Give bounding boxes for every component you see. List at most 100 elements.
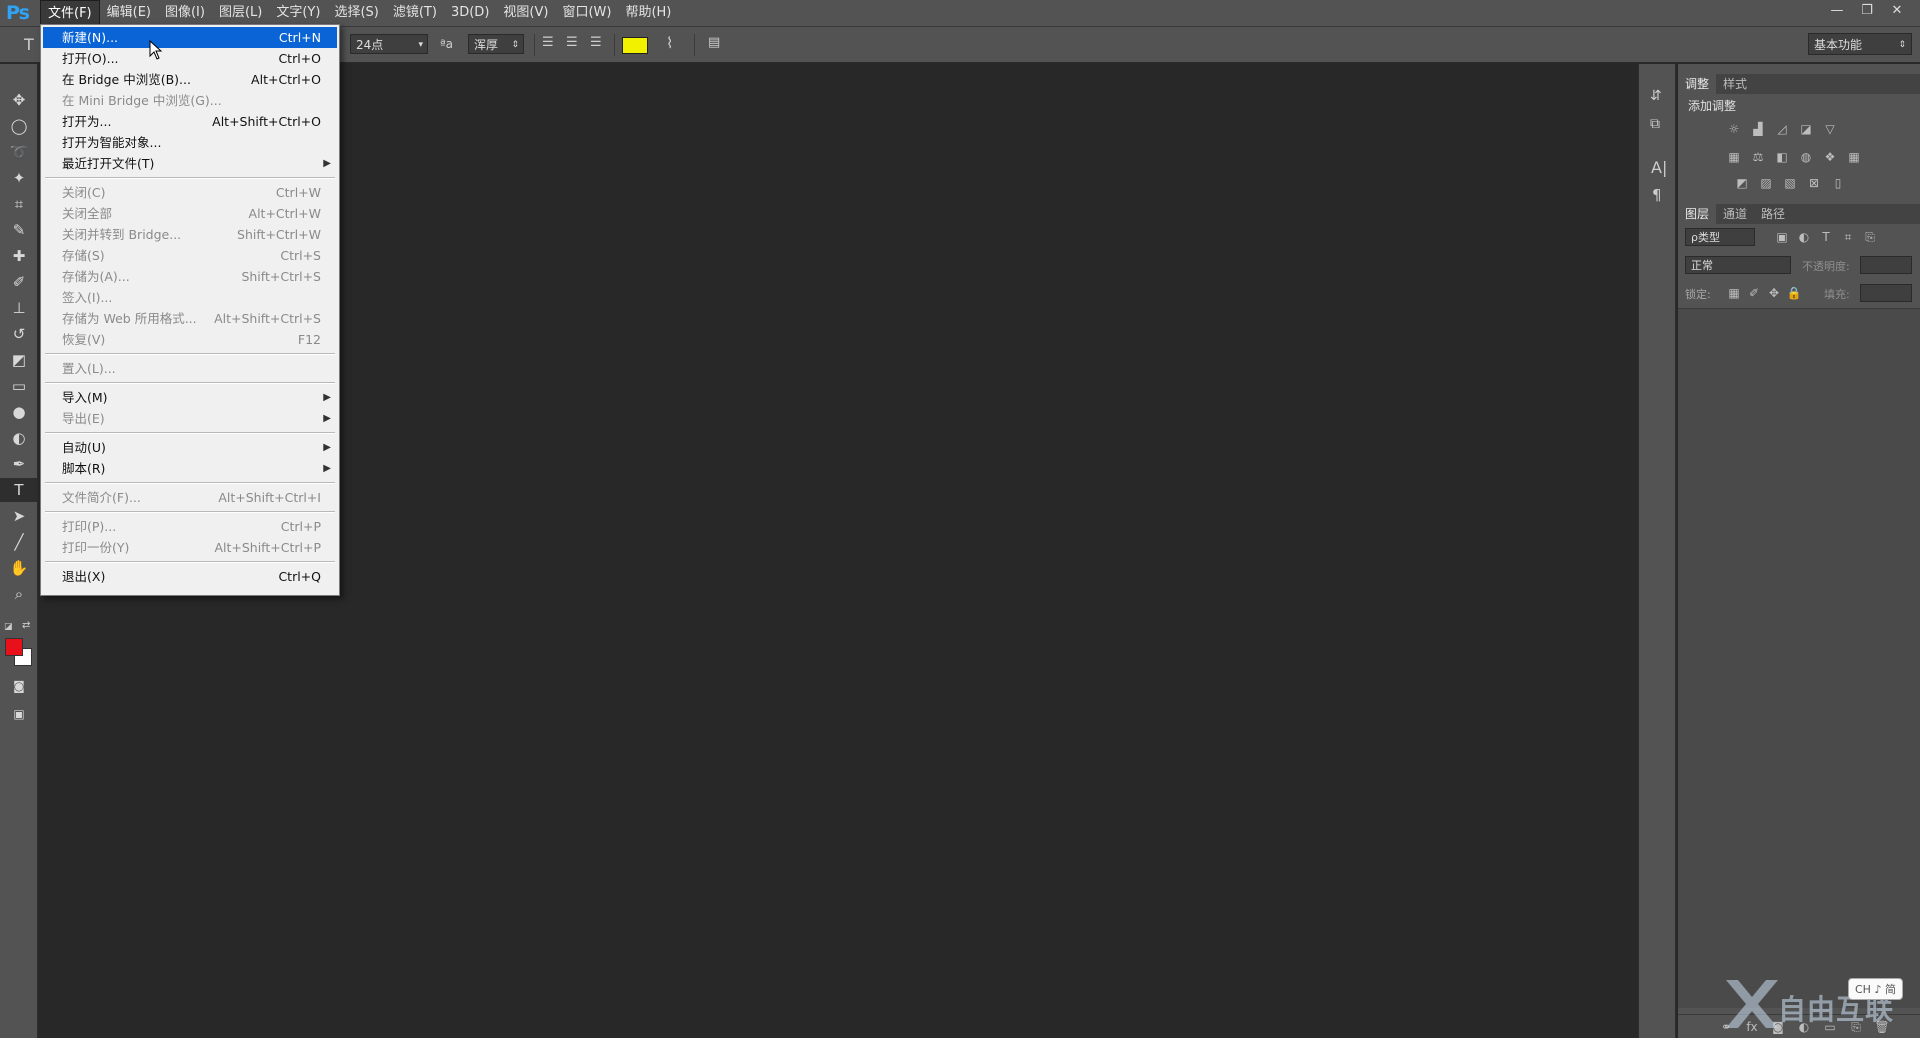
color-balance-icon[interactable]: ⚖: [1750, 150, 1766, 164]
antialias-select[interactable]: 浑厚 ⇕: [468, 34, 524, 54]
input-method-badge[interactable]: CH ♪ 简: [1848, 978, 1903, 1000]
hand-tool-icon[interactable]: ✋: [0, 556, 38, 580]
tab-channels[interactable]: 通道: [1716, 204, 1754, 224]
tab-layers[interactable]: 图层: [1678, 204, 1717, 224]
align-right-icon[interactable]: ☰: [590, 35, 602, 50]
character-panel-icon[interactable]: A|: [1651, 158, 1667, 177]
menu-item-export[interactable]: 导出(E) ▶: [43, 408, 337, 429]
selective-color-icon[interactable]: ⊠: [1806, 176, 1822, 190]
font-size-select[interactable]: 24点 ▾: [350, 34, 428, 54]
exposure-icon[interactable]: ◪: [1798, 122, 1814, 136]
curves-icon[interactable]: ◿: [1774, 122, 1790, 136]
quick-mask-icon[interactable]: ◙: [0, 674, 38, 698]
menu-edit[interactable]: 编辑(E): [100, 0, 158, 26]
menu-view[interactable]: 视图(V): [496, 0, 555, 26]
minimize-button[interactable]: —: [1822, 1, 1852, 21]
menu-type[interactable]: 文字(Y): [269, 0, 327, 26]
type-tool-icon[interactable]: T: [0, 478, 38, 502]
default-colors-icon[interactable]: ◪: [4, 622, 13, 632]
history-panel-icon[interactable]: ⇵: [1650, 88, 1662, 104]
menu-item-close[interactable]: 关闭(C) Ctrl+W: [43, 182, 337, 203]
tab-paths[interactable]: 路径: [1754, 204, 1792, 224]
close-button[interactable]: ✕: [1882, 1, 1912, 21]
marquee-tool-icon[interactable]: ◯: [0, 114, 38, 138]
menu-image[interactable]: 图像(I): [158, 0, 212, 26]
vibrance-icon[interactable]: ▽: [1822, 122, 1838, 136]
menu-item-close-go-bridge[interactable]: 关闭并转到 Bridge... Shift+Ctrl+W: [43, 224, 337, 245]
menu-select[interactable]: 选择(S): [327, 0, 385, 26]
opacity-input[interactable]: [1860, 256, 1912, 274]
filter-smart-icon[interactable]: ⎘: [1862, 230, 1878, 244]
menu-help[interactable]: 帮助(H): [618, 0, 678, 26]
dodge-tool-icon[interactable]: ◐: [0, 426, 38, 450]
menu-item-save[interactable]: 存储(S) Ctrl+S: [43, 245, 337, 266]
healing-brush-tool-icon[interactable]: ✚: [0, 244, 38, 268]
align-left-icon[interactable]: ☰: [542, 35, 554, 50]
menu-item-mini-bridge[interactable]: 在 Mini Bridge 中浏览(G)...: [43, 90, 337, 111]
black-white-icon[interactable]: ◧: [1774, 150, 1790, 164]
menu-item-open-smart-object[interactable]: 打开为智能对象...: [43, 132, 337, 153]
paragraph-panel-icon[interactable]: ¶: [1652, 186, 1662, 204]
stamp-tool-icon[interactable]: ⊥: [0, 296, 38, 320]
menu-layer[interactable]: 图层(L): [212, 0, 269, 26]
lock-pixels-icon[interactable]: ✐: [1746, 286, 1762, 300]
line-tool-icon[interactable]: ╱: [0, 530, 38, 554]
menu-3d[interactable]: 3D(D): [444, 0, 496, 26]
tab-styles[interactable]: 样式: [1716, 74, 1754, 94]
eraser-tool-icon[interactable]: ◩: [0, 348, 38, 372]
menu-item-print[interactable]: 打印(P)... Ctrl+P: [43, 516, 337, 537]
brightness-icon[interactable]: ☼: [1726, 122, 1742, 136]
posterize-icon[interactable]: ▨: [1758, 176, 1774, 190]
align-center-icon[interactable]: ☰: [566, 35, 578, 50]
menu-item-place[interactable]: 置入(L)...: [43, 358, 337, 379]
path-selection-tool-icon[interactable]: ➤: [0, 504, 38, 528]
menu-filter[interactable]: 滤镜(T): [386, 0, 444, 26]
swap-colors-icon[interactable]: ⇄: [22, 620, 30, 631]
filter-pixel-icon[interactable]: ▣: [1774, 230, 1790, 244]
threshold-icon[interactable]: ▧: [1782, 176, 1798, 190]
menu-item-revert[interactable]: 恢复(V) F12: [43, 329, 337, 350]
menu-item-scripts[interactable]: 脚本(R) ▶: [43, 458, 337, 479]
crop-tool-icon[interactable]: ⌗: [0, 192, 38, 216]
lasso-tool-icon[interactable]: ➰: [0, 140, 38, 164]
text-color-swatch[interactable]: [622, 37, 648, 54]
workspace-select[interactable]: 基本功能 ⇕: [1808, 33, 1912, 55]
type-tool-preset-icon[interactable]: T: [24, 35, 34, 54]
eyedropper-tool-icon[interactable]: ✎: [0, 218, 38, 242]
blur-tool-icon[interactable]: ●: [0, 400, 38, 424]
photo-filter-icon[interactable]: ◍: [1798, 150, 1814, 164]
menu-item-import[interactable]: 导入(M) ▶: [43, 387, 337, 408]
lock-position-icon[interactable]: ✥: [1766, 286, 1782, 300]
menu-item-save-as[interactable]: 存储为(A)... Shift+Ctrl+S: [43, 266, 337, 287]
layer-filter-select[interactable]: ρ类型: [1685, 228, 1755, 246]
menu-item-open[interactable]: 打开(O)... Ctrl+O: [43, 48, 337, 69]
history-brush-tool-icon[interactable]: ↺: [0, 322, 38, 346]
menu-item-print-one-copy[interactable]: 打印一份(Y) Alt+Shift+Ctrl+P: [43, 537, 337, 558]
gradient-map-icon[interactable]: ▯: [1830, 176, 1846, 190]
blend-mode-select[interactable]: 正常: [1685, 256, 1791, 274]
magic-wand-tool-icon[interactable]: ✦: [0, 166, 38, 190]
restore-button[interactable]: ❐: [1852, 1, 1882, 21]
menu-item-file-info[interactable]: 文件简介(F)... Alt+Shift+Ctrl+I: [43, 487, 337, 508]
invert-icon[interactable]: ◩: [1734, 176, 1750, 190]
gradient-tool-icon[interactable]: ▭: [0, 374, 38, 398]
menu-item-close-all[interactable]: 关闭全部 Alt+Ctrl+W: [43, 203, 337, 224]
filter-shape-icon[interactable]: ⌗: [1840, 230, 1856, 244]
character-panel-toggle-icon[interactable]: ▤: [708, 35, 720, 50]
menu-window[interactable]: 窗口(W): [555, 0, 618, 26]
lock-all-icon[interactable]: 🔒: [1786, 286, 1802, 300]
lock-transparent-icon[interactable]: ▦: [1726, 286, 1742, 300]
filter-adjust-icon[interactable]: ◐: [1796, 230, 1812, 244]
menu-item-exit[interactable]: 退出(X) Ctrl+Q: [43, 566, 337, 587]
filter-type-icon[interactable]: T: [1818, 230, 1834, 244]
menu-item-automate[interactable]: 自动(U) ▶: [43, 437, 337, 458]
fill-input[interactable]: [1860, 284, 1912, 302]
color-lookup-icon[interactable]: ▦: [1846, 150, 1862, 164]
properties-panel-icon[interactable]: ⧉: [1650, 116, 1660, 132]
hue-saturation-icon[interactable]: ▦: [1726, 150, 1742, 164]
move-tool-icon[interactable]: ✥: [0, 88, 38, 112]
menu-file[interactable]: 文件(F): [40, 0, 100, 27]
tab-adjustments[interactable]: 调整: [1678, 74, 1717, 94]
menu-item-new[interactable]: 新建(N)... Ctrl+N: [43, 27, 337, 48]
screen-mode-icon[interactable]: ▣: [0, 702, 38, 726]
